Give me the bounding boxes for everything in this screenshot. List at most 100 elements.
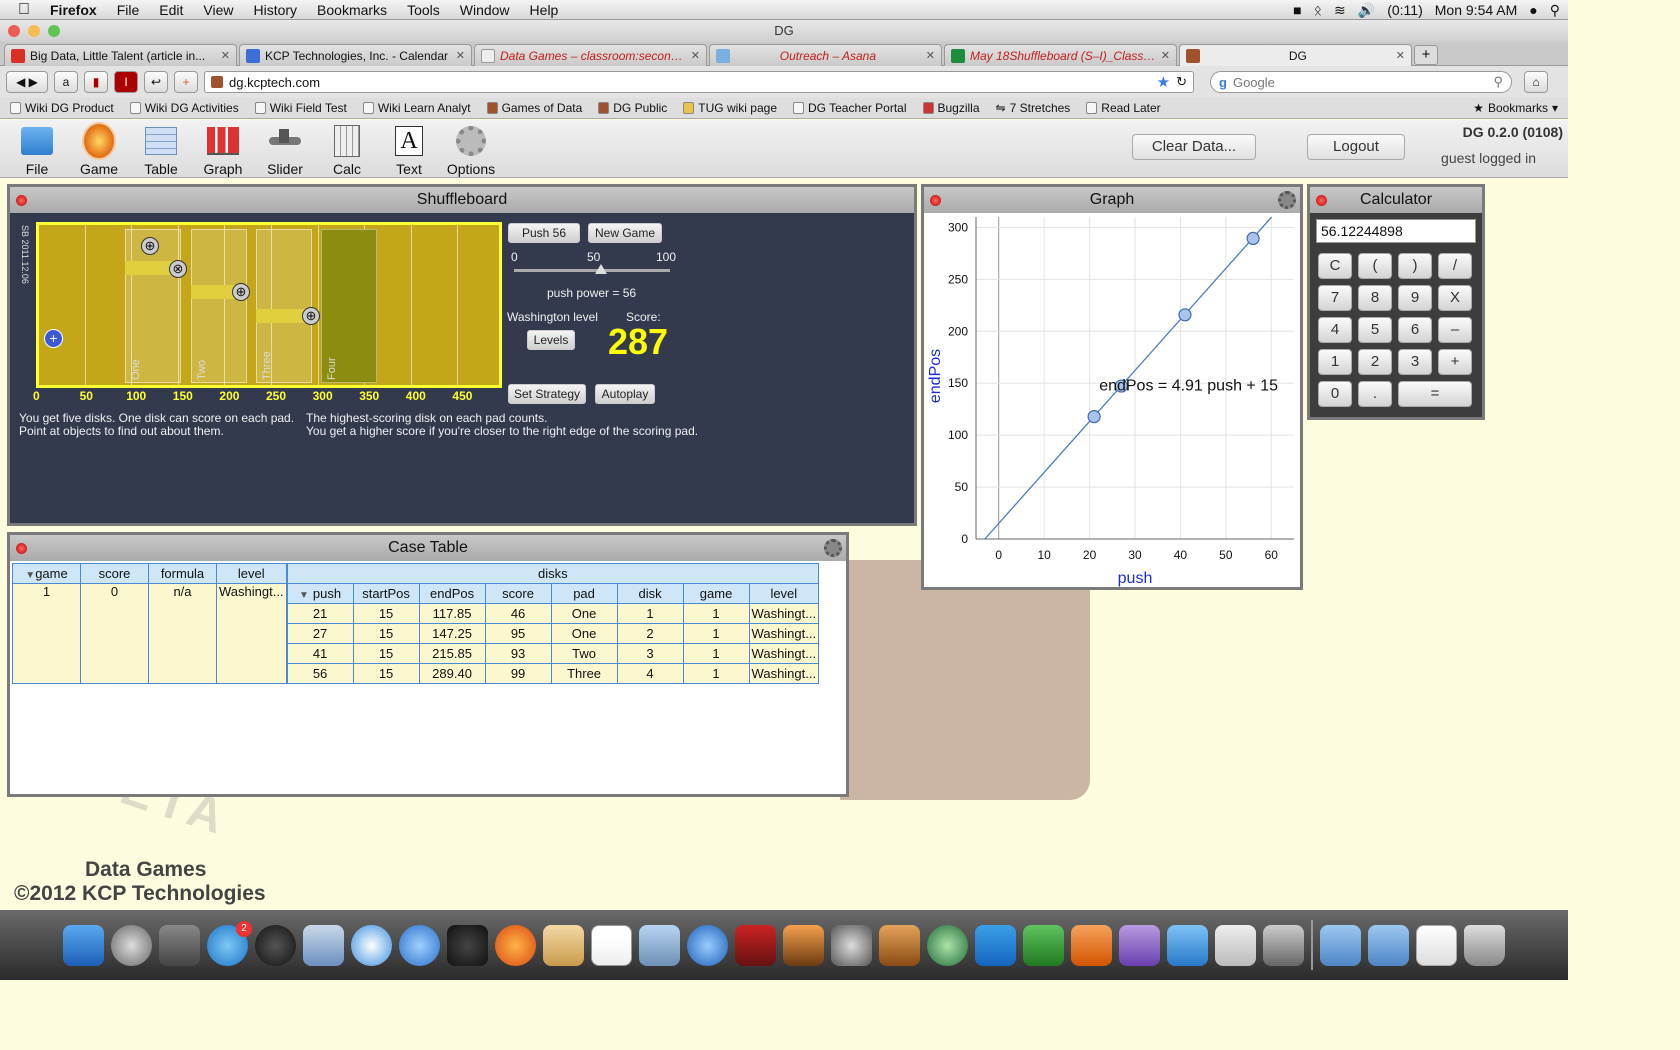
close-icon[interactable]: [16, 543, 27, 554]
messenger-icon[interactable]: [1167, 924, 1208, 966]
bookmark-item[interactable]: ⇋ 7 Stretches: [996, 101, 1071, 115]
collapse-triangle-icon[interactable]: ▼: [25, 570, 35, 581]
preview-icon[interactable]: [1215, 924, 1256, 966]
window-minimize-icon[interactable]: [28, 25, 40, 37]
data-point[interactable]: [1087, 409, 1101, 424]
bookmark-item[interactable]: Wiki Learn Analyt: [362, 101, 471, 115]
table-cell[interactable]: 15: [352, 643, 420, 664]
table-row[interactable]: 27 15 147.25 95 One 2 1 Washingt...: [286, 623, 820, 644]
table-cell[interactable]: 1: [682, 623, 750, 644]
url-bar[interactable]: dg.kcptech.com ★ ↻: [204, 71, 1194, 93]
tab-big-data[interactable]: Big Data, Little Talent (article in... ✕: [4, 44, 237, 66]
tool-table[interactable]: Table: [133, 124, 189, 177]
amazon-button[interactable]: a: [54, 71, 78, 93]
table-cell[interactable]: 41: [286, 643, 354, 664]
garageband-icon[interactable]: [879, 924, 920, 966]
table-cell[interactable]: 99: [484, 663, 552, 684]
column-header-formula[interactable]: formula: [148, 563, 217, 584]
calc-key[interactable]: /: [1438, 253, 1472, 279]
contacts-icon[interactable]: [543, 924, 584, 966]
close-icon[interactable]: [1316, 195, 1327, 206]
user-icon[interactable]: ●: [1529, 2, 1537, 18]
scatter-plot[interactable]: 0 10 20 30 40 50 60 0 50 100 150 200 250 300 endPos = …: [924, 213, 1300, 587]
table-cell[interactable]: 1: [682, 663, 750, 684]
column-header-level[interactable]: level: [216, 563, 287, 584]
gear-icon[interactable]: [824, 539, 842, 557]
calc-key[interactable]: 8: [1358, 285, 1392, 311]
menu-tools[interactable]: Tools: [397, 2, 450, 18]
disk-marker[interactable]: ⊕: [302, 307, 320, 325]
calculator-display[interactable]: 56.12244898: [1316, 219, 1476, 243]
volume-icon[interactable]: 🔊: [1358, 2, 1375, 19]
table-cell[interactable]: Two: [550, 643, 618, 664]
calc-key[interactable]: C: [1318, 253, 1352, 279]
battery-status[interactable]: (0:11): [1387, 2, 1423, 18]
calc-key[interactable]: .: [1358, 381, 1392, 407]
table-row[interactable]: 41 15 215.85 93 Two 3 1 Washingt...: [286, 643, 820, 664]
bookmark-item[interactable]: Wiki DG Product: [10, 101, 114, 115]
table-cell[interactable]: 2: [616, 623, 684, 644]
table-cell[interactable]: 0: [80, 583, 149, 684]
data-point[interactable]: [1246, 231, 1260, 245]
bookmark-star-icon[interactable]: ★: [1157, 73, 1170, 91]
table-cell[interactable]: One: [550, 623, 618, 644]
table-cell[interactable]: Three: [550, 663, 618, 684]
disk-marker[interactable]: ⊕: [232, 283, 250, 301]
column-header-level[interactable]: level: [748, 583, 820, 604]
slider-thumb[interactable]: [595, 264, 608, 274]
table-cell[interactable]: 95: [484, 623, 552, 644]
table-cell[interactable]: 289.40: [418, 663, 486, 684]
table-cell[interactable]: Washingt...: [748, 643, 820, 664]
gear-icon[interactable]: [1278, 191, 1296, 209]
addthis-button[interactable]: +: [174, 71, 198, 93]
table-cell[interactable]: Washingt...: [748, 623, 820, 644]
calc-key[interactable]: 6: [1398, 317, 1432, 343]
bookmark-item[interactable]: Bugzilla: [922, 101, 980, 115]
photos-icon[interactable]: [639, 924, 680, 966]
table-cell[interactable]: Washingt...: [216, 583, 287, 684]
mail-icon[interactable]: [303, 924, 344, 966]
instapaper-button[interactable]: I: [114, 71, 138, 93]
table-cell[interactable]: 3: [616, 643, 684, 664]
tab-asana[interactable]: Outreach – Asana ✕: [709, 44, 942, 66]
logout-button[interactable]: Logout: [1307, 134, 1405, 160]
tool-game[interactable]: Game: [71, 122, 127, 177]
table-cell[interactable]: 93: [484, 643, 552, 664]
table-cell[interactable]: 46: [484, 603, 552, 624]
close-icon[interactable]: [16, 195, 27, 206]
table-cell[interactable]: Washingt...: [748, 603, 820, 624]
menu-help[interactable]: Help: [520, 2, 569, 18]
calc-key[interactable]: 9: [1398, 285, 1432, 311]
downloads-stack-icon[interactable]: [1416, 924, 1457, 966]
camera-app-icon[interactable]: [447, 924, 488, 966]
table-cell[interactable]: 1: [616, 603, 684, 624]
tab-data-games[interactable]: Data Games – classroom:seconda... ✕: [474, 44, 707, 66]
tab-calendar[interactable]: KCP Technologies, Inc. - Calendar ✕: [239, 44, 472, 66]
tool-options[interactable]: Options: [443, 124, 499, 177]
column-header-disk[interactable]: disk: [616, 583, 684, 604]
calc-key[interactable]: =: [1398, 381, 1472, 407]
column-header-pad[interactable]: pad: [550, 583, 618, 604]
column-header-game[interactable]: game: [682, 583, 750, 604]
levels-button[interactable]: Levels: [527, 330, 575, 350]
applications-folder-icon[interactable]: [1320, 924, 1361, 966]
data-point[interactable]: [1178, 308, 1192, 322]
menu-file[interactable]: File: [107, 2, 150, 18]
bookmark-tool-button[interactable]: ▮: [84, 71, 108, 93]
finder-icon[interactable]: [63, 924, 104, 966]
table-cell[interactable]: One: [550, 603, 618, 624]
safari-icon[interactable]: [351, 924, 392, 966]
new-game-button[interactable]: New Game: [588, 223, 662, 243]
tool-file[interactable]: File: [9, 124, 65, 177]
column-header-score[interactable]: score: [484, 583, 552, 604]
menu-history[interactable]: History: [243, 2, 307, 18]
table-cell[interactable]: 147.25: [418, 623, 486, 644]
calc-key[interactable]: X: [1438, 285, 1472, 311]
close-icon[interactable]: [930, 195, 941, 206]
photo-booth-icon[interactable]: [735, 924, 776, 966]
home-button[interactable]: ⌂: [1524, 71, 1548, 93]
calc-key[interactable]: +: [1438, 349, 1472, 375]
bookmark-item[interactable]: Wiki DG Activities: [129, 101, 239, 115]
dashboard-icon[interactable]: [255, 924, 296, 966]
tab-close-icon[interactable]: ✕: [456, 49, 465, 62]
